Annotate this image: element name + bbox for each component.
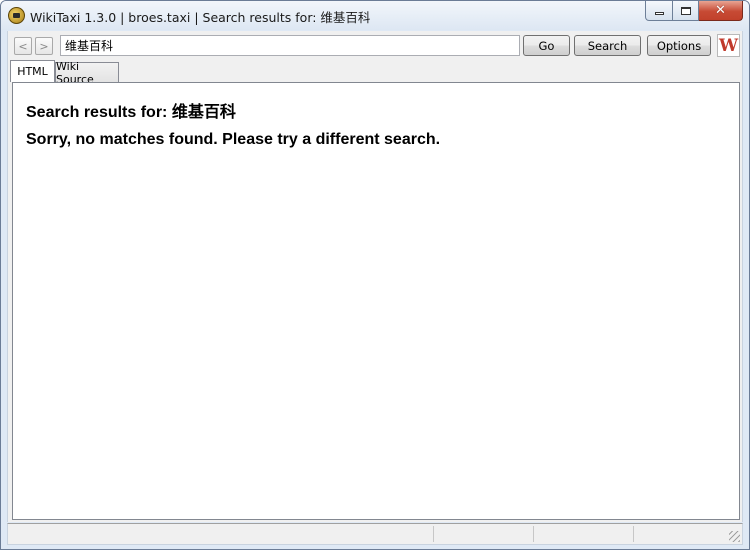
forward-button[interactable]: > <box>35 37 53 55</box>
toolbar: < > Go Search Options W <box>7 31 743 61</box>
options-button[interactable]: Options <box>647 35 711 56</box>
title-bar[interactable]: WikiTaxi 1.3.0 | broes.taxi | Search res… <box>1 1 749 30</box>
search-input[interactable] <box>60 35 520 56</box>
window-controls: ✕ <box>645 1 743 21</box>
tab-wiki-source[interactable]: Wiki Source <box>55 60 119 86</box>
html-view[interactable]: Search results for: 维基百科 Sorry, no match… <box>12 82 740 520</box>
status-pane-divider <box>633 526 634 542</box>
wikipedia-logo-icon[interactable]: W <box>717 34 740 57</box>
resize-grip-icon[interactable] <box>729 531 740 542</box>
view-tabs: HTML Wiki Source <box>7 60 743 86</box>
minimize-icon <box>654 12 664 15</box>
close-button[interactable]: ✕ <box>699 1 743 21</box>
search-results-heading: Search results for: 维基百科 <box>26 104 236 121</box>
go-button[interactable]: Go <box>523 35 570 56</box>
search-button[interactable]: Search <box>574 35 641 56</box>
window-title: WikiTaxi 1.3.0 | broes.taxi | Search res… <box>30 10 371 25</box>
back-button[interactable]: < <box>14 37 32 55</box>
no-matches-message: Sorry, no matches found. Please try a di… <box>26 131 441 148</box>
tab-html[interactable]: HTML <box>10 60 55 82</box>
wikitaxi-app-icon[interactable] <box>8 7 25 24</box>
maximize-button[interactable] <box>673 1 699 21</box>
close-icon: ✕ <box>715 3 726 18</box>
app-window: WikiTaxi 1.3.0 | broes.taxi | Search res… <box>0 0 750 550</box>
maximize-icon <box>680 6 691 15</box>
minimize-button[interactable] <box>645 1 673 21</box>
content-panel: Search results for: 维基百科 Sorry, no match… <box>7 82 743 522</box>
status-bar <box>7 523 743 545</box>
status-pane-divider <box>433 526 434 542</box>
status-pane-divider <box>533 526 534 542</box>
